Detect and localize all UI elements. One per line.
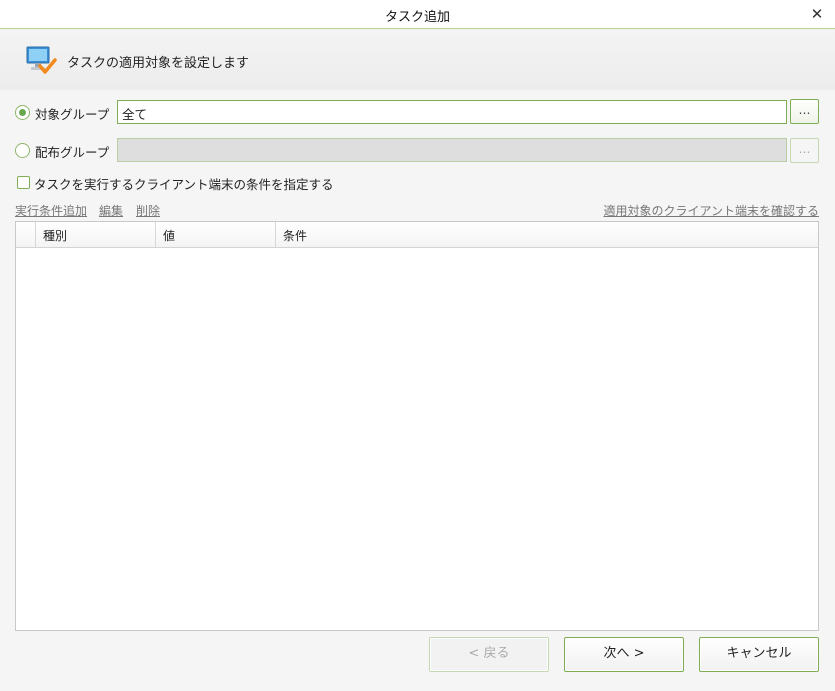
target-group-field[interactable]: 全て	[117, 100, 787, 124]
column-header-condition[interactable]: 条件	[276, 222, 818, 247]
condition-checkbox[interactable]	[17, 176, 30, 189]
edit-link[interactable]: 編集	[99, 202, 123, 219]
next-button[interactable]: 次へ >	[564, 637, 684, 672]
row-selector-header	[16, 222, 36, 247]
cancel-button[interactable]: キャンセル	[699, 637, 819, 672]
title-bar: タスク追加 ✕	[0, 0, 835, 29]
distribution-group-label: 配布グループ	[35, 145, 110, 160]
back-button[interactable]: < 戻る	[429, 637, 549, 672]
page-subtitle: タスクの適用対象を設定します	[67, 56, 250, 71]
distribution-group-radio[interactable]	[15, 143, 30, 158]
window-title: タスク追加	[384, 10, 450, 25]
condition-checkbox-label: タスクを実行するクライアント端末の条件を指定する	[34, 177, 334, 192]
distribution-group-field[interactable]	[117, 138, 787, 162]
close-icon[interactable]: ✕	[805, 2, 829, 26]
monitor-check-icon	[26, 46, 57, 74]
target-group-label: 対象グループ	[35, 107, 110, 122]
conditions-table[interactable]: 種別 値 条件	[15, 221, 819, 631]
column-header-value[interactable]: 値	[156, 222, 276, 247]
distribution-group-browse-button[interactable]: …	[790, 138, 819, 163]
target-group-browse-button[interactable]: …	[790, 99, 819, 124]
target-group-radio[interactable]	[15, 105, 30, 120]
content-area: 対象グループ 全て … 配布グループ … タスクを実行するクライアント端末の条件…	[0, 90, 835, 691]
table-header: 種別 値 条件	[16, 222, 818, 248]
wizard-header: タスクの適用対象を設定します	[0, 30, 835, 90]
check-clients-link[interactable]: 適用対象のクライアント端末を確認する	[603, 202, 819, 219]
delete-link[interactable]: 削除	[136, 202, 160, 219]
column-header-type[interactable]: 種別	[36, 222, 156, 247]
add-condition-link[interactable]: 実行条件追加	[15, 202, 87, 219]
